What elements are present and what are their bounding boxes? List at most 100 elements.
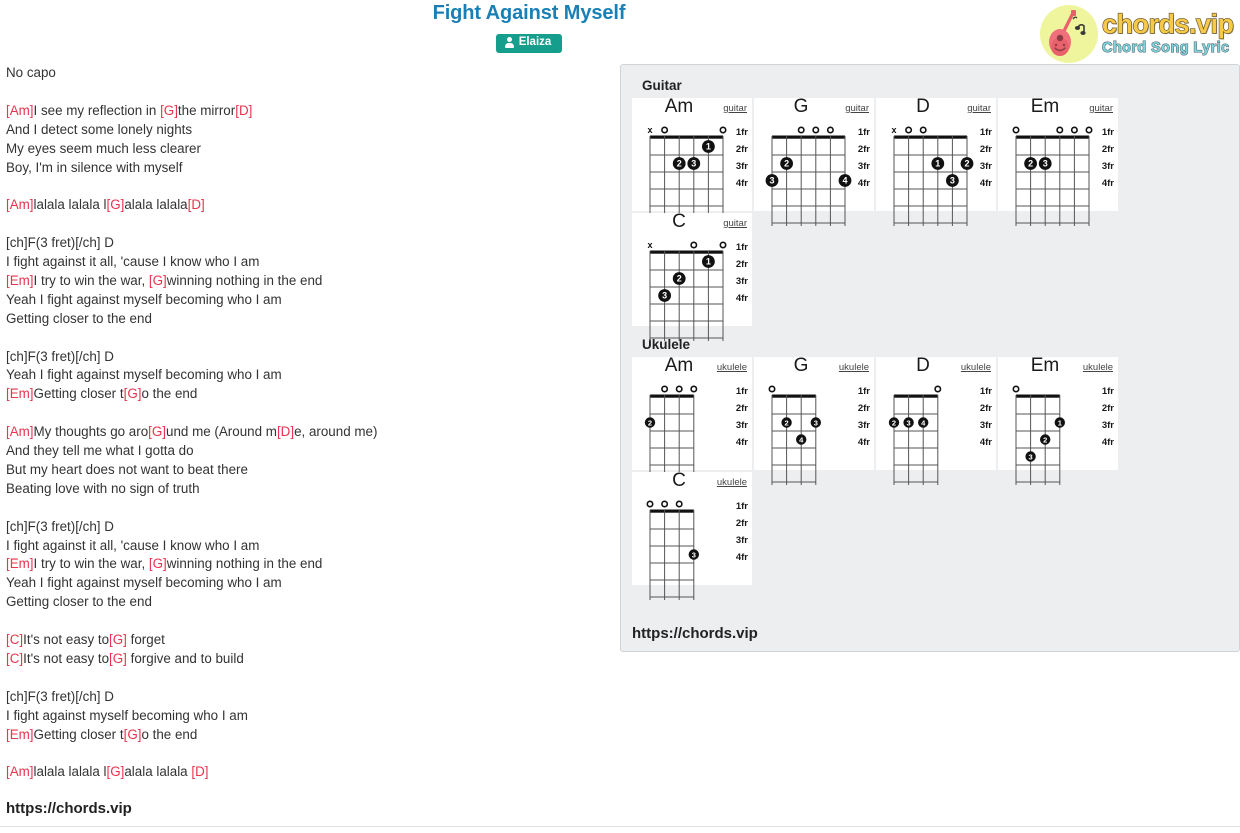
chord-card-ukulele-am[interactable]: Am ukulele 2 1fr 2fr 3fr 4fr: [632, 355, 752, 485]
chord-token[interactable]: [Am]: [6, 197, 34, 212]
lyrics-spacer: [6, 669, 606, 688]
svg-text:3: 3: [907, 419, 911, 428]
site-url-bottom[interactable]: https://chords.vip: [6, 800, 132, 817]
instrument-link[interactable]: ukulele: [839, 362, 869, 373]
fret-labels: 1fr 2fr 3fr 4fr: [1102, 124, 1114, 192]
lyrics-line: And I detect some lonely nights: [6, 121, 606, 140]
svg-text:2: 2: [1028, 159, 1033, 169]
lyric-text: forgive and to build: [126, 650, 244, 666]
chord-token[interactable]: [G]: [149, 556, 167, 571]
chord-sections: Guitar Am guitar x 1 2 3 1fr 2fr 3fr 4fr Gguitar 2 3 4…: [632, 78, 1228, 600]
svg-text:x: x: [891, 125, 896, 135]
site-logo[interactable]: chords.vip Chord Song Lyric: [1040, 4, 1240, 64]
fret-label: 3fr: [735, 535, 748, 546]
fret-label: 3fr: [979, 420, 992, 431]
fret-label: 1fr: [979, 386, 992, 397]
instrument-link[interactable]: guitar: [967, 103, 991, 114]
lyric-text: the mirror: [177, 102, 236, 118]
chord-card-guitar-em[interactable]: Em guitar 2 3 1fr 2fr 3fr 4fr: [998, 96, 1118, 226]
lyric-text: und me (Around m: [166, 424, 277, 440]
chord-token[interactable]: [C]: [6, 632, 23, 647]
svg-text:2: 2: [1043, 436, 1047, 445]
chord-card-guitar-d[interactable]: Dguitar x 1 2 3 1fr 2fr 3fr 4fr: [876, 96, 996, 226]
section-label-guitar: Guitar: [642, 78, 682, 93]
svg-text:2: 2: [648, 419, 652, 428]
artist-badge-wrap: Elaiza: [0, 34, 1058, 53]
chord-diagram-c: 3: [646, 500, 699, 600]
instrument-link[interactable]: ukulele: [717, 362, 747, 373]
chord-card-ukulele-em[interactable]: Em ukulele 1 2 3 1fr 2fr 3fr 4fr: [998, 355, 1118, 485]
fret-label: 3fr: [857, 161, 870, 172]
lyric-text: [ch]F(3 fret)[/ch] D: [6, 348, 114, 364]
artist-badge[interactable]: Elaiza: [495, 34, 563, 53]
chord-token[interactable]: [Am]: [6, 764, 34, 779]
logo-sub-text: Chord Song Lyric: [1102, 39, 1230, 56]
lyric-text: lalala lalala l: [33, 197, 107, 213]
svg-text:3: 3: [814, 419, 818, 428]
chord-token[interactable]: [D]: [277, 424, 294, 439]
chord-token[interactable]: [G]: [106, 197, 124, 212]
chord-token[interactable]: [Em]: [6, 386, 34, 401]
svg-text:2: 2: [892, 419, 896, 428]
chord-card-ukulele-d[interactable]: Dukulele 2 3 4 1fr 2fr 3fr 4fr: [876, 355, 996, 485]
lyrics-line: [Am]I see my reflection in [G]the mirror…: [6, 102, 606, 121]
chord-token[interactable]: [D]: [191, 764, 208, 779]
fret-label: 1fr: [735, 386, 748, 397]
lyrics-body: No capo [Am]I see my reflection in [G]the…: [6, 64, 606, 782]
lyric-text: forget: [126, 632, 165, 648]
chord-card-guitar-g[interactable]: Gguitar 2 3 4 1fr 2fr 3fr 4fr: [754, 96, 874, 226]
chord-token[interactable]: [D]: [188, 197, 205, 212]
chord-diagram-em: 23: [1012, 126, 1093, 226]
chord-token[interactable]: [C]: [6, 651, 23, 666]
artist-name: Elaiza: [518, 36, 552, 48]
chord-row: Am ukulele 2 1fr 2fr 3fr 4fr Gukulele 2 3 4 1fr 2fr 3…: [632, 355, 1228, 485]
chord-token[interactable]: [Em]: [6, 273, 34, 288]
fret-label: 1fr: [1101, 386, 1114, 397]
chord-token[interactable]: [Em]: [6, 727, 34, 742]
chord-token[interactable]: [G]: [149, 273, 167, 288]
svg-text:x: x: [647, 125, 652, 135]
chord-token[interactable]: [Am]: [6, 103, 34, 118]
page-title: Fight Against Myself: [432, 2, 626, 24]
lyrics-spacer: [6, 499, 606, 518]
instrument-link[interactable]: ukulele: [1083, 362, 1113, 373]
instrument-link[interactable]: ukulele: [961, 362, 991, 373]
fret-label: 3fr: [1101, 161, 1114, 172]
fret-label: 1fr: [735, 242, 748, 253]
instrument-link[interactable]: guitar: [845, 103, 869, 114]
chord-token[interactable]: [G]: [106, 764, 124, 779]
chord-token[interactable]: [Em]: [6, 556, 34, 571]
chord-card-guitar-am[interactable]: Am guitar x 1 2 3 1fr 2fr 3fr 4fr: [632, 96, 752, 226]
instrument-link[interactable]: ukulele: [717, 477, 747, 488]
lyrics-line: [Em]I try to win the war, [G]winning not…: [6, 555, 606, 574]
chord-token[interactable]: [G]: [124, 386, 142, 401]
fret-label: 4fr: [857, 178, 870, 189]
chord-diagram-panel: Guitar Am guitar x 1 2 3 1fr 2fr 3fr 4fr Gguitar 2 3 4…: [620, 64, 1240, 652]
lyrics-line: I fight against it all, 'cause I know wh…: [6, 537, 606, 556]
chord-token[interactable]: [G]: [148, 424, 166, 439]
chord-token[interactable]: [G]: [109, 632, 127, 647]
chord-token[interactable]: [G]: [124, 727, 142, 742]
fret-labels: 1fr 2fr 3fr 4fr: [736, 383, 748, 451]
lyric-text: Getting closer t: [33, 726, 124, 742]
chord-card-ukulele-c[interactable]: Cukulele 3 1fr 2fr 3fr 4fr: [632, 470, 752, 600]
fret-label: 3fr: [735, 420, 748, 431]
capo-line: No capo: [6, 65, 56, 80]
chord-card-guitar-c[interactable]: Cguitar x 1 2 3 1fr 2fr 3fr 4fr: [632, 211, 752, 341]
chord-token[interactable]: [G]: [160, 103, 178, 118]
fret-labels: 1fr 2fr 3fr 4fr: [736, 239, 748, 307]
chord-token[interactable]: [G]: [109, 651, 127, 666]
lyrics-line: [C]It's not easy to[G] forgive and to bu…: [6, 650, 606, 669]
instrument-link[interactable]: guitar: [723, 103, 747, 114]
chord-token[interactable]: [Am]: [6, 424, 34, 439]
instrument-link[interactable]: guitar: [723, 218, 747, 229]
chord-token[interactable]: [D]: [235, 103, 252, 118]
fret-label: 4fr: [979, 437, 992, 448]
chord-card-ukulele-g[interactable]: Gukulele 2 3 4 1fr 2fr 3fr 4fr: [754, 355, 874, 485]
site-url-panel[interactable]: https://chords.vip: [632, 625, 758, 642]
lyric-text: o the end: [141, 726, 198, 742]
chord-row: Cguitar x 1 2 3 1fr 2fr 3fr 4fr: [632, 211, 1228, 341]
instrument-link[interactable]: guitar: [1089, 103, 1113, 114]
lyric-text: And they tell me what I gotta do: [6, 443, 194, 459]
